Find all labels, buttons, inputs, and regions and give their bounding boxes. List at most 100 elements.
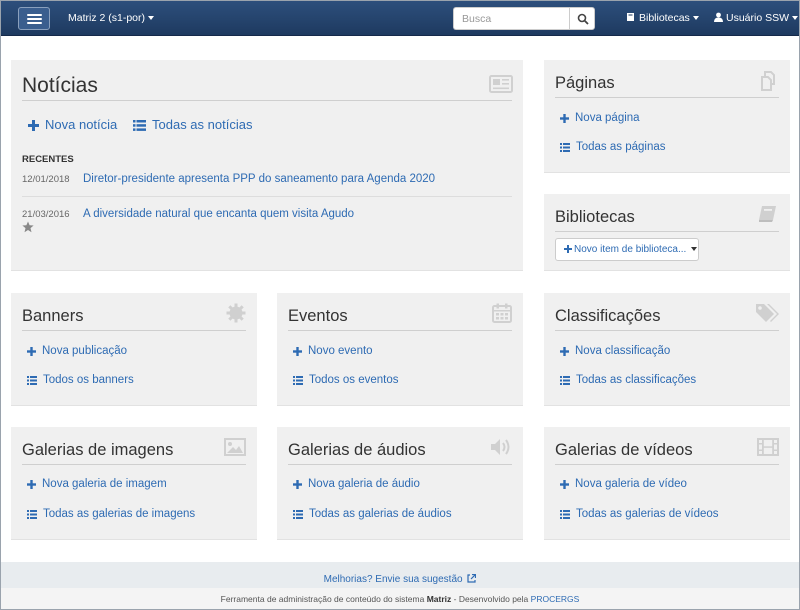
panel-title: Bibliotecas — [555, 208, 635, 226]
list-icon — [560, 143, 570, 152]
panel-paginas: Páginas Nova página Todas as páginas — [544, 60, 790, 173]
plus-icon — [27, 480, 36, 489]
all-image-galleries-link[interactable]: Todas as galerias de imagens — [27, 508, 195, 520]
panel-title: Classificações — [555, 307, 661, 325]
menu-toggle-button[interactable] — [18, 7, 50, 30]
new-banner-link[interactable]: Nova publicação — [27, 345, 127, 357]
all-classifications-link[interactable]: Todas as classificações — [560, 374, 696, 386]
credits-system: Matriz — [426, 594, 452, 604]
user-menu[interactable]: Usuário SSW — [714, 12, 799, 24]
plus-icon — [560, 114, 569, 123]
panel-classificacoes: Classificações Nova classificação Todas … — [544, 293, 790, 406]
list-icon — [27, 376, 37, 385]
film-icon — [757, 438, 779, 456]
panel-title: Eventos — [288, 307, 348, 325]
new-page-link[interactable]: Nova página — [560, 112, 640, 124]
panel-noticias: Notícias Nova notícia Todas as notícias … — [11, 60, 523, 271]
top-navbar: Matriz 2 (s1-por) Bibliotecas Usuário SS… — [1, 1, 799, 36]
all-audio-galleries-link[interactable]: Todas as galerias de áudios — [293, 508, 452, 520]
panel-eventos: Eventos Novo evento Todos os eventos — [277, 293, 523, 406]
panel-title: Galerias de áudios — [288, 441, 426, 459]
chevron-down-icon — [792, 16, 799, 21]
divider — [555, 231, 779, 232]
new-image-gallery-label: Nova galeria de imagem — [42, 478, 167, 490]
libraries-menu-label: Bibliotecas — [639, 12, 690, 24]
all-classifications-label: Todas as classificações — [576, 374, 697, 386]
all-video-galleries-label: Todas as galerias de vídeos — [576, 508, 719, 520]
news-date: 21/03/2016 — [22, 209, 70, 220]
new-library-item-dropdown[interactable]: Novo item de biblioteca... — [555, 238, 699, 261]
list-icon — [27, 510, 37, 519]
panel-title: Galerias de imagens — [22, 441, 174, 459]
new-event-label: Novo evento — [308, 345, 373, 357]
list-icon — [293, 376, 303, 385]
list-icon — [133, 120, 146, 131]
list-icon — [293, 510, 303, 519]
plus-icon — [560, 480, 569, 489]
all-pages-link[interactable]: Todas as páginas — [560, 141, 666, 153]
volume-icon — [491, 439, 510, 455]
new-video-gallery-label: Nova galeria de vídeo — [575, 478, 687, 490]
divider — [555, 330, 779, 331]
tags-icon — [756, 304, 779, 322]
divider — [288, 464, 512, 465]
libraries-menu[interactable]: Bibliotecas — [626, 12, 699, 24]
search-button[interactable] — [569, 7, 595, 30]
suggestion-link[interactable]: Melhorias? Envie sua sugestão — [323, 573, 477, 585]
new-library-item-label: Novo item de biblioteca... — [574, 244, 687, 255]
book-icon — [627, 13, 634, 21]
all-video-galleries-link[interactable]: Todas as galerias de vídeos — [560, 508, 719, 520]
new-classification-link[interactable]: Nova classificação — [560, 345, 670, 357]
credits-mid: - Desenvolvido pela — [453, 594, 529, 604]
plus-icon — [293, 347, 302, 356]
list-icon — [560, 376, 570, 385]
image-icon — [224, 438, 246, 456]
feedback-bar: Melhorias? Envie sua sugestão — [1, 562, 799, 588]
list-icon — [560, 510, 570, 519]
all-news-link[interactable]: Todas as notícias — [133, 117, 252, 132]
external-link-icon — [467, 573, 477, 583]
all-news-label: Todas as notícias — [152, 117, 253, 132]
new-image-gallery-link[interactable]: Nova galeria de imagem — [27, 478, 167, 490]
news-item-link[interactable]: A diversidade natural que encanta quem v… — [83, 208, 354, 220]
all-audio-galleries-label: Todas as galerias de áudios — [309, 508, 452, 520]
new-classification-label: Nova classificação — [575, 345, 671, 357]
new-event-link[interactable]: Novo evento — [293, 345, 373, 357]
all-banners-link[interactable]: Todos os banners — [27, 374, 134, 386]
divider — [22, 100, 512, 101]
plus-icon — [560, 347, 569, 356]
plus-icon — [28, 120, 39, 131]
search-input[interactable] — [453, 7, 570, 30]
divider — [555, 97, 779, 98]
new-audio-gallery-link[interactable]: Nova galeria de áudio — [293, 478, 420, 490]
user-menu-label: Usuário SSW — [726, 12, 790, 24]
new-audio-gallery-label: Nova galeria de áudio — [308, 478, 420, 490]
panel-banners: Banners Nova publicação Todos os banners — [11, 293, 257, 406]
site-selector-label: Matriz 2 (s1-por) — [68, 12, 146, 24]
all-pages-label: Todas as páginas — [576, 141, 666, 153]
user-icon — [714, 12, 723, 22]
new-video-gallery-link[interactable]: Nova galeria de vídeo — [560, 478, 687, 490]
news-item-link[interactable]: Diretor-presidente apresenta PPP do sane… — [83, 173, 435, 185]
all-events-link[interactable]: Todos os eventos — [293, 374, 399, 386]
news-date: 12/01/2018 — [22, 174, 70, 185]
new-news-link[interactable]: Nova notícia — [28, 117, 117, 132]
new-page-label: Nova página — [575, 112, 640, 124]
star-icon[interactable] — [22, 221, 34, 233]
divider — [555, 464, 779, 465]
divider — [22, 330, 246, 331]
site-selector[interactable]: Matriz 2 (s1-por) — [68, 12, 155, 24]
plus-icon — [564, 245, 572, 253]
gear-icon — [226, 303, 246, 323]
all-image-galleries-label: Todas as galerias de imagens — [43, 508, 196, 520]
new-banner-label: Nova publicação — [42, 345, 128, 357]
divider — [22, 464, 246, 465]
plus-icon — [293, 480, 302, 489]
procergs-link[interactable]: PROCERGS — [531, 594, 580, 604]
panel-title: Notícias — [22, 74, 98, 97]
recent-heading: RECENTES — [22, 154, 74, 165]
panel-title: Galerias de vídeos — [555, 441, 693, 459]
copy-icon — [761, 71, 775, 91]
search-form — [453, 7, 595, 30]
suggestion-label: Melhorias? Envie sua sugestão — [323, 574, 463, 585]
